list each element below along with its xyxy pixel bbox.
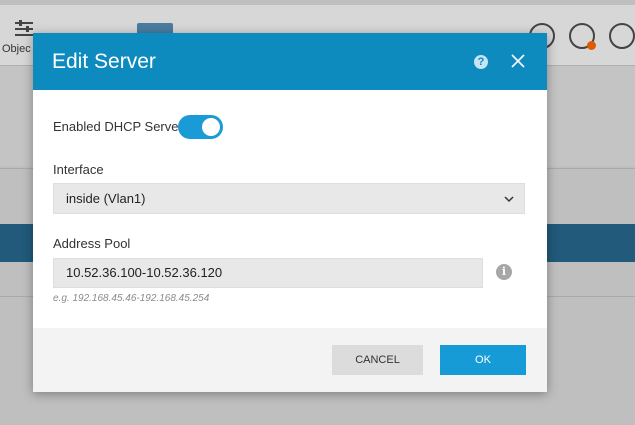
address-pool-value: 10.52.36.100-10.52.36.120 [66,265,223,280]
address-pool-label: Address Pool [53,236,131,251]
dhcp-enabled-label: Enabled DHCP Server [53,119,183,134]
interface-label: Interface [53,162,104,177]
objects-nav-label[interactable]: Objec [2,43,31,55]
edit-server-dialog: Edit Server ? Enabled DHCP Server Interf… [33,33,547,392]
dialog-title: Edit Server [52,50,156,73]
interface-selected-value: inside (Vlan1) [66,191,146,206]
ok-button[interactable]: OK [440,345,526,375]
address-pool-input[interactable]: 10.52.36.100-10.52.36.120 [53,258,483,288]
deploy-icon[interactable] [569,23,596,50]
chevron-down-icon [504,196,514,203]
sliders-icon [15,20,33,36]
help-icon[interactable]: ? [474,55,488,69]
close-icon[interactable] [509,52,527,70]
toggle-knob [202,118,220,136]
info-icon[interactable]: i [496,264,512,280]
interface-select[interactable]: inside (Vlan1) [53,183,525,214]
address-pool-hint: e.g. 192.168.45.46-192.168.45.254 [53,293,210,304]
pending-badge [587,41,596,50]
tasks-icon[interactable] [609,23,635,49]
dialog-footer: CANCEL OK [33,328,547,392]
dialog-header: Edit Server ? [33,33,547,90]
cancel-button[interactable]: CANCEL [332,345,423,375]
dhcp-enabled-toggle[interactable] [178,115,223,139]
